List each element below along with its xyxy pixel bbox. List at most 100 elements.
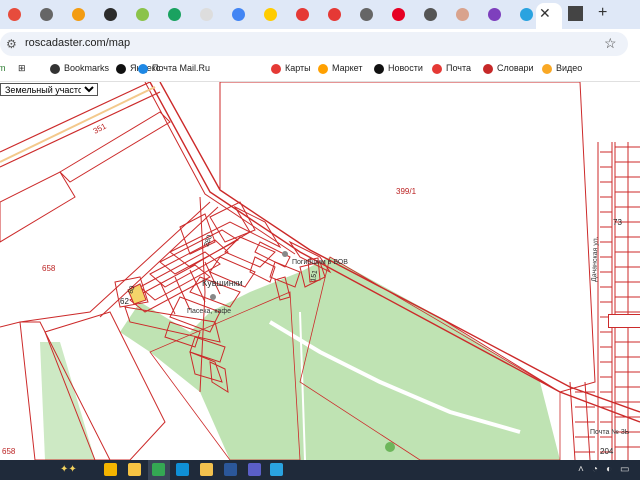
photo-icon xyxy=(200,8,213,21)
browser-tab[interactable] xyxy=(66,4,92,26)
bookmark-label: Карты xyxy=(285,63,311,73)
bookmark-item[interactable]: Видео xyxy=(542,63,582,74)
browser-tab[interactable] xyxy=(290,4,316,26)
avatar-icon xyxy=(456,8,469,21)
market-icon xyxy=(318,63,328,74)
road-sw-a xyxy=(0,201,211,328)
browser-tab[interactable] xyxy=(130,4,156,26)
label-204: 204 xyxy=(600,447,614,456)
copilot-icon[interactable] xyxy=(104,463,117,476)
browser-tab[interactable] xyxy=(354,4,380,26)
bookmark-item[interactable]: Словари xyxy=(483,63,534,74)
mail-icon xyxy=(432,63,442,74)
bookmark-item[interactable]: Почта Mail.Ru xyxy=(138,63,210,74)
orange-circle-icon xyxy=(72,8,85,21)
label-399-1: 399/1 xyxy=(396,187,417,196)
bookmark-label: Почта Mail.Ru xyxy=(152,63,210,73)
apps-grid-icon[interactable]: ⊞ xyxy=(18,63,26,74)
browser-tab[interactable] xyxy=(98,4,124,26)
browser-tab[interactable] xyxy=(2,4,28,26)
road-sw-b xyxy=(99,206,219,318)
cadastral-map[interactable]: 351 399/1 658 658 62 80 280 151 73 204 К… xyxy=(0,82,640,460)
bookmark-star-icon[interactable]: ☆ xyxy=(604,35,617,52)
new-tab-button[interactable]: + xyxy=(598,4,607,22)
compass-icon xyxy=(424,8,437,21)
app-icon[interactable] xyxy=(248,463,261,476)
apps-partial-icon[interactable]: m xyxy=(0,63,6,73)
label-monument: Погибшим в ВОВ xyxy=(292,258,348,266)
label-apiary: Пасека, кафе xyxy=(187,308,231,315)
globe-icon xyxy=(40,8,53,21)
tab-strip: ✕ + xyxy=(0,0,640,29)
pinterest-icon xyxy=(392,8,405,21)
parcel-nw xyxy=(0,171,76,243)
site-info-icon[interactable]: ⚙ xyxy=(6,37,17,51)
browser-tab[interactable] xyxy=(194,4,220,26)
bookmark-item[interactable]: Маркет xyxy=(318,63,362,74)
chrome-icon[interactable] xyxy=(152,463,165,476)
volume-icon[interactable]: ◐ xyxy=(606,464,612,475)
tray-arrow-icon[interactable]: ˄ xyxy=(578,464,584,475)
browser-tab[interactable] xyxy=(258,4,284,26)
bookmark-item[interactable]: Карты xyxy=(271,63,311,74)
road-nw-c xyxy=(0,86,156,163)
video-icon xyxy=(542,63,552,74)
label-658-b: 658 xyxy=(2,447,16,456)
edge-icon[interactable] xyxy=(176,463,189,476)
multicolor-icon xyxy=(232,8,245,21)
bookmark-label: Словари xyxy=(497,63,534,73)
folder-icon[interactable] xyxy=(200,463,213,476)
monument-pin-icon xyxy=(282,251,288,257)
yandex-icon xyxy=(116,63,126,74)
toolbar: ⚙ roscadaster.com/map ☆ xyxy=(0,29,640,59)
bookmark-item[interactable]: Новости xyxy=(374,63,423,74)
wifi-icon[interactable]: ◔ xyxy=(592,464,598,475)
park-marker-icon xyxy=(385,442,395,452)
address-tag xyxy=(608,314,640,328)
close-tab-icon[interactable]: ✕ xyxy=(539,5,551,22)
mail-ru-icon xyxy=(138,63,148,74)
east-village-parcels xyxy=(569,142,640,460)
browser-tab[interactable] xyxy=(162,4,188,26)
browser-tab[interactable] xyxy=(386,4,412,26)
widgets-sparkle-icon[interactable]: ✦✦ xyxy=(60,464,77,475)
address-bar[interactable]: ⚙ roscadaster.com/map ☆ xyxy=(0,32,628,56)
bookmark-label: Новости xyxy=(388,63,423,73)
url-text[interactable]: roscadaster.com/map xyxy=(25,37,130,49)
browser-tab[interactable] xyxy=(34,4,60,26)
map-canvas[interactable]: 351 399/1 658 658 62 80 280 151 73 204 К… xyxy=(0,82,640,460)
road-nw-d xyxy=(59,111,171,183)
bookmark-item[interactable]: Почта xyxy=(432,63,471,74)
browser-tab[interactable] xyxy=(322,4,348,26)
label-village: Кувшинки xyxy=(202,278,243,288)
park-area-west xyxy=(40,342,95,460)
word-icon[interactable] xyxy=(224,463,237,476)
browser-tab[interactable] xyxy=(418,4,444,26)
village-pin-icon xyxy=(210,294,216,300)
browser-tab[interactable] xyxy=(482,4,508,26)
label-280: 280 xyxy=(203,234,214,247)
green-badge-icon xyxy=(168,8,181,21)
label-post-office: Почта № 3Ь xyxy=(590,429,630,436)
qr-code-icon[interactable] xyxy=(568,6,583,21)
road-nw-b xyxy=(0,91,161,168)
label-73: 73 xyxy=(613,218,622,227)
label-62: 62 xyxy=(120,297,129,306)
telegram-icon[interactable] xyxy=(270,463,283,476)
swiss-red-icon xyxy=(296,8,309,21)
file-explorer-icon[interactable] xyxy=(128,463,141,476)
layer-type-select[interactable]: Земельный участок xyxy=(0,83,98,96)
news-icon xyxy=(374,63,384,74)
dictionary-icon xyxy=(483,63,493,74)
browser-tab[interactable] xyxy=(226,4,252,26)
bookmark-item[interactable]: Bookmarks xyxy=(50,63,109,74)
battery-icon[interactable]: ▭ xyxy=(620,464,629,475)
bookmark-label: Видео xyxy=(556,63,583,73)
windows-taskbar: ✦✦ ˄ ◔ ◐ ▭ xyxy=(0,460,640,480)
tab-active[interactable]: ✕ xyxy=(536,3,562,29)
bookmarks-bar: m ⊞ BookmarksЯндексПочта Mail.RuКартыМар… xyxy=(0,59,640,82)
green-circle-icon xyxy=(136,8,149,21)
browser-tab[interactable] xyxy=(450,4,476,26)
label-658-a: 658 xyxy=(42,264,56,273)
bookmark-label: Маркет xyxy=(332,63,363,73)
